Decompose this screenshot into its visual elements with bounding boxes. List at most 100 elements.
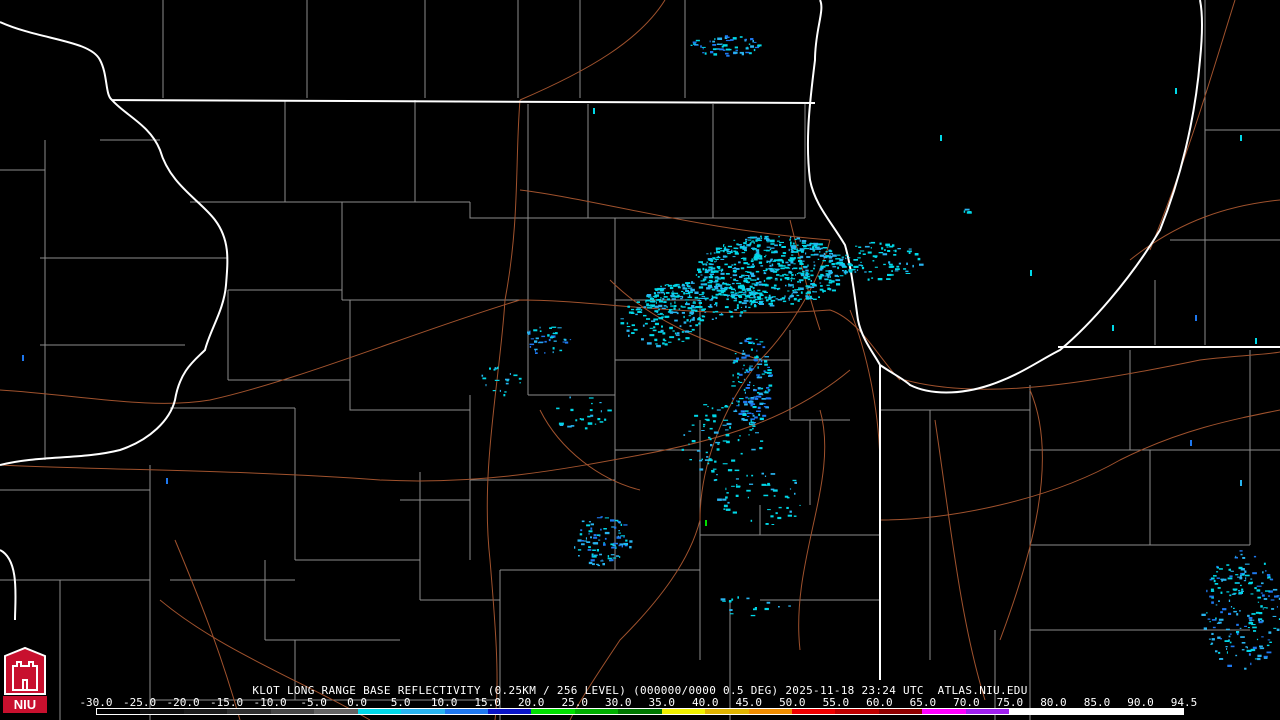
radar-echo	[770, 258, 773, 261]
radar-echo	[751, 291, 753, 293]
radar-echo	[1235, 574, 1239, 576]
radar-echo	[702, 278, 707, 281]
radar-echo	[753, 48, 756, 52]
radar-echo	[906, 250, 912, 253]
radar-echo	[658, 308, 660, 311]
radar-echo	[698, 322, 701, 325]
radar-echo	[753, 305, 757, 308]
radar-echo	[807, 264, 809, 267]
radar-echo	[529, 346, 532, 348]
radar-echo	[822, 247, 828, 249]
radar-echo	[805, 285, 811, 287]
radar-echo	[584, 427, 588, 430]
radar-echo	[1257, 657, 1261, 661]
radar-echo	[728, 600, 732, 603]
radar-echo	[722, 498, 727, 501]
radar-echo	[1230, 645, 1235, 648]
radar-echo	[587, 549, 592, 551]
radar-echo	[1250, 578, 1253, 580]
radar-echo	[661, 307, 666, 309]
radar-echo	[735, 49, 738, 51]
radar-echo	[1229, 633, 1232, 635]
radar-echo	[623, 524, 628, 526]
colorbar-segment	[705, 709, 749, 714]
radar-echo	[745, 305, 747, 308]
colorbar-segment	[1139, 709, 1183, 714]
radar-echo	[801, 274, 804, 276]
radar-echo	[686, 301, 688, 304]
radar-echo	[757, 239, 762, 242]
radar-echo	[702, 263, 705, 266]
radar-echo	[716, 448, 720, 451]
radar-echo	[772, 239, 774, 242]
radar-echo	[1210, 642, 1214, 645]
radar-echo	[762, 414, 767, 417]
radar-echo	[610, 559, 614, 562]
radar-echo	[1238, 566, 1243, 570]
radar-echo	[781, 255, 786, 257]
radar-echo	[755, 270, 760, 273]
radar-echo	[884, 249, 886, 251]
radar-echo	[867, 251, 872, 254]
radar-echo	[750, 260, 754, 263]
radar-echo	[799, 281, 801, 284]
radar-echo	[672, 330, 675, 332]
radar-echo	[692, 316, 695, 319]
radar-echo	[731, 264, 734, 266]
radar-echo	[1226, 564, 1230, 566]
radar-echo	[744, 341, 750, 343]
radar-echo	[1257, 596, 1261, 599]
radar-echo	[826, 284, 830, 286]
radar-echo	[720, 272, 725, 275]
radar-echo	[753, 385, 755, 387]
radar-echo	[683, 292, 685, 295]
radar-echo	[620, 322, 625, 325]
radar-echo	[670, 302, 672, 305]
radar-echo	[694, 296, 699, 299]
radar-echo	[745, 396, 748, 399]
radar-echo	[613, 526, 617, 529]
colorbar-labels: -30.0 -25.0 -20.0 -15.0 -10.0 -5.0 0.0 5.0 10.0 1…	[79, 696, 1197, 709]
radar-echo	[701, 430, 705, 431]
radar-echo	[689, 325, 692, 327]
radar-echo	[627, 305, 629, 308]
radar-echo	[600, 410, 602, 413]
radar-echo	[1259, 647, 1261, 650]
radar-echo	[767, 369, 772, 372]
radar-echo	[758, 413, 761, 416]
radar-echo	[702, 267, 705, 271]
radar-echo	[919, 263, 924, 266]
radar-echo	[671, 298, 676, 300]
radar-echo	[643, 314, 647, 317]
radar-echo	[785, 277, 789, 280]
radar-echo	[753, 290, 755, 292]
radar-echo	[618, 532, 621, 534]
radar-echo	[776, 240, 780, 242]
radar-echo	[1217, 587, 1221, 589]
radar-echo	[709, 276, 713, 278]
radar-echo	[1257, 601, 1260, 603]
colorbar-segment	[618, 709, 662, 714]
radar-echo	[778, 264, 783, 267]
radar-echo	[748, 434, 750, 436]
radar-echo	[684, 330, 689, 333]
radar-echo	[844, 270, 847, 272]
radar-echo	[663, 339, 667, 342]
radar-echo	[1276, 628, 1280, 631]
radar-echo	[714, 460, 717, 463]
radar-echo	[744, 249, 747, 252]
radar-echo	[1244, 570, 1247, 573]
radar-echo	[664, 315, 670, 318]
radar-echo	[581, 520, 585, 523]
radar-echo	[1225, 646, 1228, 648]
radar-echo	[715, 302, 718, 305]
radar-echo	[704, 311, 707, 313]
radar-echo	[744, 294, 747, 296]
radar-echo	[739, 398, 744, 400]
radar-echo	[690, 288, 695, 292]
radar-echo	[758, 281, 762, 283]
radar-echo	[782, 300, 787, 303]
radar-echo	[785, 284, 787, 287]
radar-echo	[1267, 577, 1271, 579]
radar-echo	[631, 324, 635, 327]
